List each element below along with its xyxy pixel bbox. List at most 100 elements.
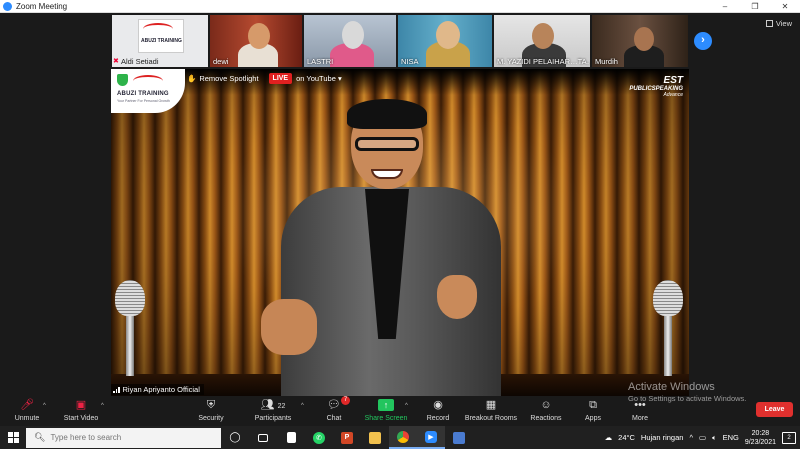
- chevron-down-icon: ▾: [337, 74, 342, 83]
- speaker-hand: [437, 275, 477, 319]
- speaker-smile: [371, 169, 403, 179]
- search-input[interactable]: [50, 433, 201, 442]
- chrome-app[interactable]: [389, 426, 417, 449]
- start-button[interactable]: [0, 426, 26, 449]
- participants-button[interactable]: 👥︎ 22 Participants: [243, 398, 303, 422]
- unmute-button[interactable]: 🎤︎ Unmute: [0, 398, 54, 422]
- breakout-rooms-button[interactable]: ▦ Breakout Rooms: [461, 398, 521, 422]
- whatsapp-app[interactable]: ✆: [305, 426, 333, 449]
- zoom-app[interactable]: ▶: [417, 426, 445, 449]
- language-indicator[interactable]: ENG: [723, 433, 739, 442]
- zoom-logo-icon: [3, 1, 12, 11]
- meeting-toolbar: 🎤︎ Unmute ^ ▣ Start Video ^ ⛨ Security 👥…: [0, 396, 800, 426]
- participant-face: [342, 21, 364, 49]
- participant-tile[interactable]: ABUZI TRAINING ✖ Aldi Setiadi: [112, 15, 208, 67]
- file-explorer-app[interactable]: [361, 426, 389, 449]
- breakout-rooms-label: Breakout Rooms: [464, 415, 518, 422]
- volume-icon[interactable]: 🔈︎: [712, 433, 717, 443]
- next-page-button[interactable]: ›: [694, 32, 712, 50]
- zoom-icon: ▶: [425, 430, 437, 443]
- shield-icon: ⛨: [206, 399, 216, 411]
- start-video-label: Start Video: [63, 415, 99, 422]
- brand-line-1: EST: [663, 75, 683, 86]
- task-view-glyph-icon: [258, 433, 268, 442]
- participant-face: [248, 23, 270, 49]
- live-on-label: on YouTube: [296, 74, 336, 83]
- chat-icon: 💬︎: [327, 399, 341, 411]
- grid-view-icon: [765, 20, 773, 27]
- logo-swoosh: [143, 23, 173, 35]
- participant-tile[interactable]: dewi: [210, 15, 302, 67]
- system-tray: ☁ 24°C Hujan ringan ^ ▭ 🔈︎ ENG 20:28 9/2…: [605, 426, 800, 449]
- network-icon[interactable]: ▭: [699, 433, 706, 442]
- speaker-fist: [261, 299, 317, 355]
- brand-line-3: Advance: [663, 92, 683, 98]
- participant-logo-text: ABUZI TRAINING: [141, 38, 182, 44]
- participant-tile[interactable]: LASTRI: [304, 15, 396, 67]
- powerpoint-app[interactable]: P: [333, 426, 361, 449]
- speaker-name-tag: Riyan Apriyanto Official: [111, 384, 204, 395]
- search-icon: 🔍︎: [34, 432, 46, 442]
- participant-tile[interactable]: Murdih: [592, 15, 688, 67]
- live-on-youtube-dropdown[interactable]: on YouTube ▾: [296, 74, 342, 83]
- chevron-up-icon[interactable]: ^: [689, 433, 693, 442]
- whatsapp-icon: ✆: [313, 431, 325, 444]
- start-video-button[interactable]: ▣ Start Video: [52, 398, 110, 422]
- speaker-name: Riyan Apriyanto Official: [122, 385, 200, 394]
- title-bar: Zoom Meeting – ❐ ✕: [0, 0, 800, 13]
- participant-logo: ABUZI TRAINING: [138, 19, 184, 53]
- more-button[interactable]: ••• More: [610, 398, 670, 422]
- video-options-chevron-icon[interactable]: ^: [101, 403, 104, 409]
- participant-tile[interactable]: NISA: [398, 15, 492, 67]
- document-icon: [286, 432, 296, 443]
- window-title: Zoom Meeting: [16, 1, 68, 11]
- maximize-button[interactable]: ❐: [740, 0, 770, 13]
- weather-temp[interactable]: 24°C: [618, 433, 635, 442]
- zoom-window: Zoom Meeting – ❐ ✕ ABUZI TRAINING ✖ Aldi…: [0, 0, 800, 449]
- spotlight-video[interactable]: ABUZI TRAINING Your Partner For Personal…: [111, 69, 689, 396]
- speaker-glasses: [355, 137, 419, 151]
- audio-options-chevron-icon[interactable]: ^: [43, 403, 46, 409]
- task-view-icon[interactable]: ◯: [221, 426, 249, 449]
- notification-center-button[interactable]: 2: [782, 431, 796, 444]
- taskbar-search[interactable]: 🔍︎: [26, 427, 221, 448]
- unmute-label: Unmute: [14, 415, 40, 422]
- breakout-rooms-icon: ▦: [485, 399, 497, 411]
- gallery-strip: ABUZI TRAINING ✖ Aldi Setiadi dewi LASTR…: [0, 13, 800, 69]
- share-screen-button[interactable]: ↑ Share Screen: [356, 398, 416, 422]
- view-button[interactable]: View: [765, 19, 792, 28]
- close-button[interactable]: ✕: [770, 0, 800, 13]
- participant-name: NISA: [401, 57, 419, 66]
- participant-name: M. YAZIDI PELAIHAR…TA…: [497, 57, 590, 66]
- speaker-hair: [347, 99, 427, 129]
- live-badge[interactable]: LIVE: [268, 73, 293, 84]
- weather-text[interactable]: Hujan ringan: [641, 433, 684, 442]
- chrome-icon: [397, 430, 409, 443]
- clock[interactable]: 20:28 9/23/2021: [745, 429, 776, 447]
- task-view-button[interactable]: [249, 426, 277, 449]
- participant-name: Aldi Setiadi: [121, 57, 159, 66]
- file-icon[interactable]: [277, 426, 305, 449]
- view-label: View: [775, 19, 792, 28]
- participants-icon: 👥︎ 22: [260, 399, 286, 411]
- record-icon: ◉: [433, 399, 443, 411]
- remove-spotlight-button[interactable]: ✋ Remove Spotlight: [187, 74, 259, 83]
- chat-button[interactable]: 💬︎ 7 Chat: [304, 396, 364, 422]
- windows-logo-icon: [7, 432, 19, 443]
- chat-label: Chat: [326, 415, 342, 422]
- network-app[interactable]: [445, 426, 473, 449]
- record-button[interactable]: ◉ Record: [408, 398, 468, 422]
- security-label: Security: [198, 415, 224, 422]
- muted-mic-icon: ✖: [113, 58, 119, 65]
- security-button[interactable]: ⛨ Security: [181, 398, 241, 422]
- participant-tile[interactable]: M. YAZIDI PELAIHAR…TA…: [494, 15, 590, 67]
- share-screen-label: Share Screen: [364, 415, 408, 422]
- microphone-stand: [664, 316, 672, 376]
- shield-icon: [117, 74, 128, 86]
- minimize-button[interactable]: –: [710, 0, 740, 13]
- leave-button[interactable]: Leave: [756, 402, 793, 417]
- speaker-figure: [261, 99, 521, 396]
- share-screen-icon: ↑: [378, 399, 394, 411]
- folder-icon: [369, 431, 381, 444]
- pin-icon: ✋: [187, 74, 197, 83]
